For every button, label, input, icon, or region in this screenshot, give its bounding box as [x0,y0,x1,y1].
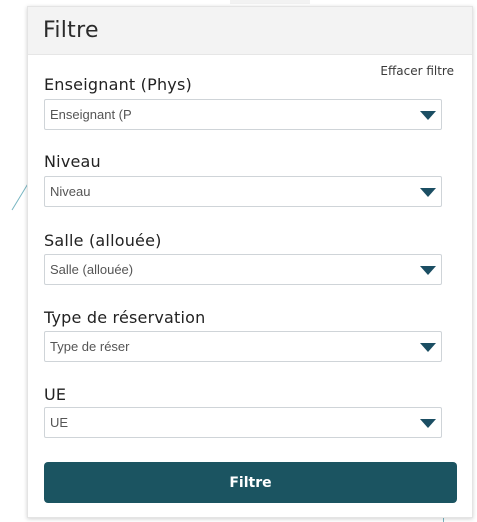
chevron-down-icon [420,188,436,197]
level-select-value: Niveau [50,184,91,199]
booking-type-select[interactable]: Type de réser [44,331,442,362]
chevron-down-icon [420,266,436,275]
clear-filter-link[interactable]: Effacer filtre [380,64,454,78]
ue-select[interactable]: UE [44,407,442,438]
panel-title: Filtre [43,18,99,43]
apply-filter-button[interactable]: Filtre [44,462,457,503]
level-label: Niveau [44,152,101,171]
ue-select-value: UE [50,415,69,430]
screen: Filtre Effacer filtre Enseignant (Phys) … [0,0,477,522]
room-select[interactable]: Salle (allouée) [44,254,442,285]
teacher-label: Enseignant (Phys) [44,75,192,94]
booking-type-label: Type de réservation [44,308,206,327]
teacher-select-value: Enseignant (P [50,107,132,122]
teacher-select[interactable]: Enseignant (P [44,99,442,130]
room-select-value: Salle (allouée) [50,262,134,277]
filter-panel: Filtre Effacer filtre Enseignant (Phys) … [27,6,473,518]
chevron-down-icon [420,343,436,352]
background-fragment [230,0,310,4]
chevron-down-icon [420,419,436,428]
ue-label: UE [44,385,67,404]
level-select[interactable]: Niveau [44,176,442,207]
filter-panel-header: Filtre [28,7,472,55]
room-label: Salle (allouée) [44,231,162,250]
booking-type-select-value: Type de réser [50,339,130,354]
chevron-down-icon [420,111,436,120]
